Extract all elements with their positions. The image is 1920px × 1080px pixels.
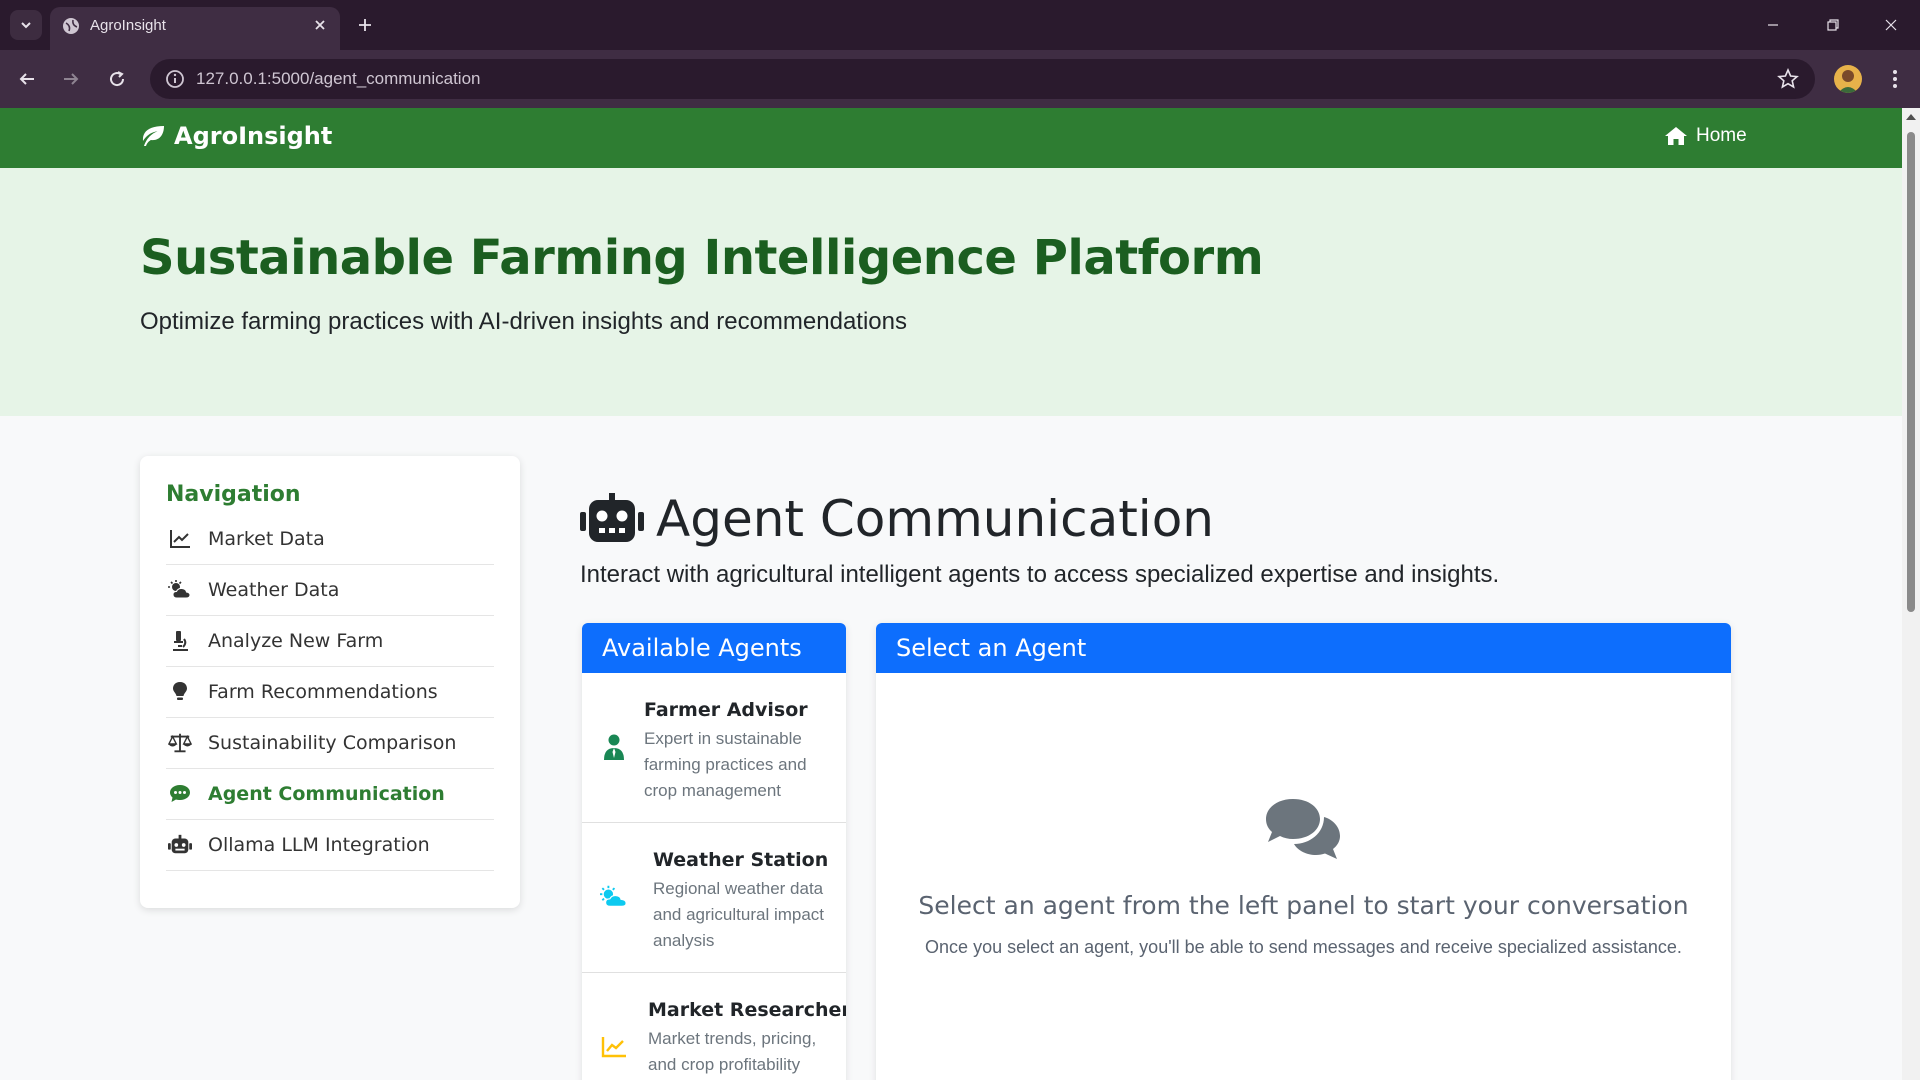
plus-icon <box>359 19 371 31</box>
close-icon <box>315 20 325 30</box>
top-navbar: AgroInsight Home <box>0 108 1902 168</box>
agent-item-farmer-advisor[interactable]: Farmer Advisor Expert in sustainable far… <box>582 673 846 823</box>
close-icon <box>1885 19 1897 31</box>
home-icon <box>1665 127 1687 145</box>
agent-name: Market Researcher <box>648 999 846 1021</box>
home-label: Home <box>1696 125 1747 146</box>
nav-item-label: Sustainability Comparison <box>208 732 457 754</box>
minimize-button[interactable] <box>1760 12 1786 38</box>
nav-item-agent-communication[interactable]: Agent Communication <box>166 769 494 820</box>
page-title-text: Agent Communication <box>656 490 1214 548</box>
page-subtitle: Interact with agricultural intelligent a… <box>580 561 1500 588</box>
page-viewport: AgroInsight Home Sustainable Farming Int… <box>0 108 1902 1080</box>
scrollbar-thumb[interactable] <box>1907 132 1915 612</box>
chat-empty-title: Select an agent from the left panel to s… <box>918 891 1689 920</box>
browser-toolbar: 127.0.0.1:5000/agent_communication <box>0 50 1920 108</box>
chat-panel-header: Select an Agent <box>876 623 1731 673</box>
comment-dots-icon <box>168 782 192 806</box>
tab-search-button[interactable] <box>10 10 42 40</box>
nav-item-ollama-llm-integration[interactable]: Ollama LLM Integration <box>166 820 494 871</box>
browser-menu-button[interactable] <box>1880 64 1910 94</box>
brand-link[interactable]: AgroInsight <box>140 122 332 150</box>
new-tab-button[interactable] <box>352 12 378 38</box>
nav-item-label: Farm Recommendations <box>208 681 438 703</box>
leaf-icon <box>142 126 164 146</box>
profile-avatar[interactable] <box>1834 65 1862 93</box>
arrow-left-icon <box>19 73 34 85</box>
info-icon[interactable] <box>164 68 186 90</box>
agent-item-weather-station[interactable]: Weather Station Regional weather data an… <box>582 823 846 973</box>
nav-item-market-data[interactable]: Market Data <box>166 514 494 565</box>
nav-item-farm-recommendations[interactable]: Farm Recommendations <box>166 667 494 718</box>
close-window-button[interactable] <box>1878 12 1904 38</box>
agent-description: Market trends, pricing, and crop profita… <box>648 1029 817 1074</box>
balance-scale-icon <box>168 731 192 755</box>
chat-panel: Select an Agent Select an agent from the… <box>876 623 1731 1080</box>
chevron-down-icon <box>21 22 31 29</box>
nav-item-analyze-new-farm[interactable]: Analyze New Farm <box>166 616 494 667</box>
chart-line-icon <box>168 527 192 551</box>
available-agents-header: Available Agents <box>582 623 846 673</box>
minimize-icon <box>1768 24 1778 26</box>
hero-title: Sustainable Farming Intelligence Platfor… <box>140 230 1264 286</box>
comments-icon <box>1266 799 1340 859</box>
nav-item-sustainability-comparison[interactable]: Sustainability Comparison <box>166 718 494 769</box>
agent-name: Farmer Advisor <box>644 699 808 721</box>
nav-item-weather-data[interactable]: Weather Data <box>166 565 494 616</box>
robot-icon <box>168 833 192 857</box>
restore-button[interactable] <box>1820 12 1846 38</box>
browser-tab[interactable]: AgroInsight <box>50 7 340 50</box>
agent-name: Weather Station <box>653 849 829 871</box>
home-link[interactable]: Home <box>1664 125 1747 147</box>
url-text: 127.0.0.1:5000/agent_communication <box>196 69 481 88</box>
page-title: Agent Communication <box>580 490 1214 548</box>
browser-tab-bar: AgroInsight <box>0 0 1920 50</box>
address-bar[interactable]: 127.0.0.1:5000/agent_communication <box>150 59 1815 99</box>
nav-item-label: Weather Data <box>208 579 340 601</box>
chat-empty-state: Select an agent from the left panel to s… <box>876 673 1731 1080</box>
tab-title: AgroInsight <box>90 17 166 34</box>
arrow-right-icon <box>64 73 79 85</box>
navigation-card: Navigation Market Data Weather Data Anal… <box>140 456 520 908</box>
forward-button[interactable] <box>56 64 86 94</box>
reload-icon <box>110 71 125 87</box>
agent-description: Expert in sustainable farming practices … <box>644 729 807 800</box>
brand-name: AgroInsight <box>174 122 333 150</box>
microscope-icon <box>168 629 192 653</box>
nav-item-label: Market Data <box>208 528 325 550</box>
chat-empty-subtitle: Once you select an agent, you'll be able… <box>925 937 1682 957</box>
globe-icon <box>63 18 79 34</box>
more-vertical-icon <box>1893 70 1897 88</box>
avatar-icon <box>1838 70 1858 93</box>
lightbulb-icon <box>168 680 192 704</box>
nav-item-label: Agent Communication <box>208 783 445 805</box>
available-agents-card: Available Agents Farmer Advisor Expert i… <box>582 623 846 1080</box>
back-button[interactable] <box>12 64 42 94</box>
tab-close-button[interactable] <box>310 15 330 35</box>
hero-section: Sustainable Farming Intelligence Platfor… <box>0 168 1902 416</box>
user-tie-icon <box>600 733 628 761</box>
navigation-list: Market Data Weather Data Analyze New Far… <box>166 514 494 871</box>
scroll-up-arrow-icon[interactable] <box>1906 114 1916 120</box>
chart-line-icon <box>600 1033 628 1061</box>
cloud-sun-icon <box>168 578 192 602</box>
robot-icon <box>580 493 644 542</box>
hero-subtitle: Optimize farming practices with AI-drive… <box>140 308 907 335</box>
agent-description: Regional weather data and agricultural i… <box>653 879 825 950</box>
cloud-sun-icon <box>600 883 628 911</box>
agent-item-market-researcher[interactable]: Market Researcher Market trends, pricing… <box>582 973 846 1080</box>
reload-button[interactable] <box>102 64 132 94</box>
navigation-heading: Navigation <box>166 482 301 507</box>
page-scrollbar[interactable] <box>1902 108 1920 1080</box>
nav-item-label: Ollama LLM Integration <box>208 834 430 856</box>
star-icon[interactable] <box>1777 68 1799 90</box>
restore-icon <box>1827 19 1839 31</box>
nav-item-label: Analyze New Farm <box>208 630 384 652</box>
